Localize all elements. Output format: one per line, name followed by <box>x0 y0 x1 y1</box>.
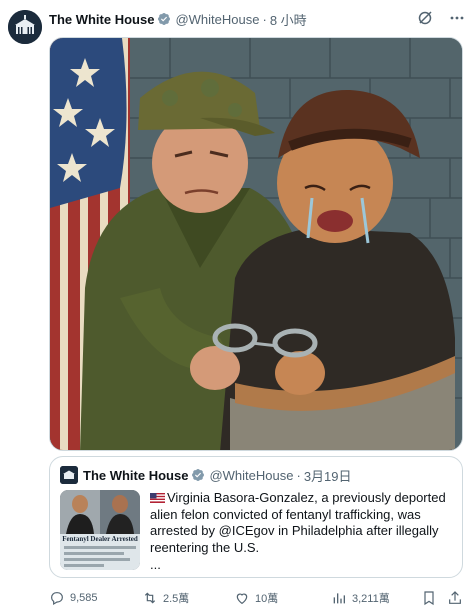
share-icon <box>449 591 461 604</box>
views-count: 3,211萬 <box>352 593 390 605</box>
white-house-logo <box>8 10 42 44</box>
like-button[interactable]: 10萬 <box>234 588 278 608</box>
repost-icon <box>144 592 156 604</box>
quoted-post-ellipsis: ... <box>150 557 161 572</box>
thumbnail-caption: Fentanyl Dealer Arrested <box>62 535 138 543</box>
bookmark-button[interactable] <box>421 588 437 608</box>
reply-button[interactable]: 9,585 <box>49 588 98 608</box>
author-name[interactable]: The White House <box>49 12 154 27</box>
more-options-icon[interactable] <box>448 9 466 27</box>
arrest-illustration <box>50 38 462 450</box>
share-button[interactable] <box>447 588 463 608</box>
us-flag-emoji-icon <box>150 493 165 503</box>
bookmark-icon <box>424 591 434 606</box>
ellipsis-icon <box>450 16 464 20</box>
quoted-post-header: The White House @WhiteHouse · 3月19日 <box>60 466 352 484</box>
post-header: The White House @WhiteHouse · 8 小時 <box>49 10 307 28</box>
quoted-verified-badge-icon <box>192 469 205 481</box>
quoted-post[interactable]: The White House @WhiteHouse · 3月19日 Fent… <box>49 456 463 578</box>
repost-count: 2.5萬 <box>163 593 190 605</box>
quoted-post-date: 3月19日 <box>303 468 352 484</box>
grok-icon[interactable] <box>416 9 434 27</box>
grok-glyph-icon <box>418 11 432 25</box>
post: The White House @WhiteHouse · 8 小時 The W… <box>0 0 476 614</box>
header-actions <box>416 9 466 27</box>
quoted-author-handle: @WhiteHouse <box>209 467 294 483</box>
quoted-author-avatar <box>60 466 78 484</box>
quoted-post-text-block: Virginia Basora-Gonzalez, a previously d… <box>150 490 450 574</box>
quoted-post-text: Virginia Basora-Gonzalez, a previously d… <box>150 490 446 555</box>
quoted-post-thumbnail[interactable]: Fentanyl Dealer Arrested <box>60 490 140 570</box>
repost-button[interactable]: 2.5萬 <box>142 588 189 608</box>
reply-count: 9,585 <box>70 592 98 604</box>
white-house-logo-small <box>60 466 78 484</box>
thumbnail-image <box>60 490 140 570</box>
like-count: 10萬 <box>255 593 279 605</box>
post-image[interactable] <box>49 37 463 451</box>
views-button[interactable]: 3,211萬 <box>331 588 390 608</box>
views-chart-icon <box>333 593 345 604</box>
reply-icon <box>51 592 63 606</box>
separator-dot: · <box>262 11 267 27</box>
author-avatar[interactable] <box>8 10 42 44</box>
post-time[interactable]: 8 小時 <box>270 10 307 29</box>
post-actions: 9,585 2.5萬 10萬 3,211萬 <box>49 588 463 608</box>
verified-badge-icon <box>158 13 171 25</box>
quoted-author-name: The White House <box>83 467 189 483</box>
heart-icon <box>236 593 248 605</box>
quoted-separator-dot: · <box>296 467 301 483</box>
author-handle[interactable]: @WhiteHouse <box>175 12 259 27</box>
